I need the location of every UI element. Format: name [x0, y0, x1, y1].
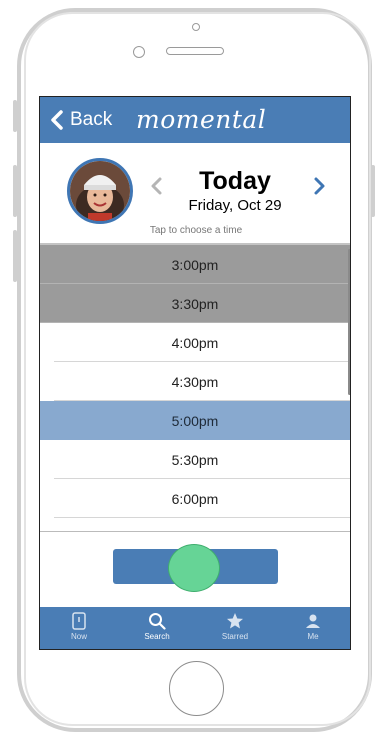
time-slot-label: 4:00pm: [171, 334, 219, 351]
person-icon: [306, 614, 320, 628]
tab-label: Now: [70, 632, 87, 641]
star-icon: [227, 613, 243, 629]
tab-now[interactable]: Now: [40, 607, 118, 649]
app-header: Back momental: [40, 97, 350, 143]
tab-starred[interactable]: Starred: [196, 607, 274, 649]
time-slot-label: 5:00pm: [171, 412, 219, 429]
phone-icon: [72, 612, 86, 630]
power-button: [371, 165, 375, 217]
touch-indicator[interactable]: [168, 544, 220, 592]
back-button[interactable]: Back: [50, 109, 112, 131]
day-title: Today: [199, 167, 271, 195]
time-slot-label: 3:00pm: [171, 256, 219, 273]
day-subtitle: Friday, Oct 29: [188, 197, 282, 214]
app-screen: Back momental Today Friday, Oct 29 Tap t…: [39, 96, 351, 650]
time-slot[interactable]: 4:00pm: [40, 323, 350, 362]
tab-me[interactable]: Me: [274, 607, 350, 649]
avatar-photo: [70, 161, 130, 221]
time-slot-label: 3:30pm: [171, 295, 219, 312]
previous-day-icon[interactable]: [150, 176, 164, 196]
time-slot-label: 4:30pm: [171, 373, 219, 390]
date-selector: Today Friday, Oct 29 Tap to choose a tim…: [40, 143, 350, 243]
tab-label: Search: [144, 632, 170, 641]
scrollbar[interactable]: [348, 249, 350, 395]
tab-search[interactable]: Search: [118, 607, 196, 649]
avatar[interactable]: [67, 158, 133, 224]
search-icon: [149, 613, 166, 630]
time-slot[interactable]: 6:00pm: [40, 479, 350, 518]
front-sensor: [192, 23, 200, 31]
front-camera: [133, 46, 145, 58]
earpiece-speaker: [166, 47, 224, 55]
time-slot-label: 5:30pm: [171, 451, 219, 468]
volume-up-button: [13, 165, 17, 217]
tab-label: Me: [307, 632, 319, 641]
volume-down-button: [13, 230, 17, 282]
action-area: [40, 531, 350, 607]
time-slot[interactable]: 3:00pm: [40, 245, 350, 284]
next-day-icon[interactable]: [312, 176, 326, 196]
tab-label: Starred: [221, 632, 249, 641]
time-slot[interactable]: 5:30pm: [40, 440, 350, 479]
time-slot-label: 6:00pm: [171, 490, 219, 507]
mute-switch: [13, 100, 17, 132]
home-button[interactable]: [169, 661, 224, 716]
time-hint: Tap to choose a time: [149, 225, 243, 236]
time-slot[interactable]: 4:30pm: [40, 362, 350, 401]
tab-bar: Now Search Starred Me: [40, 607, 350, 649]
chevron-left-icon: [51, 110, 63, 130]
time-slot-list[interactable]: 3:00pm 3:30pm 4:00pm 4:30pm 5:00pm 5:30p…: [40, 243, 350, 531]
back-label: Back: [70, 109, 113, 130]
app-logo: momental: [136, 105, 267, 134]
time-slot[interactable]: 3:30pm: [40, 284, 350, 323]
time-slot-selected[interactable]: 5:00pm: [40, 401, 350, 440]
